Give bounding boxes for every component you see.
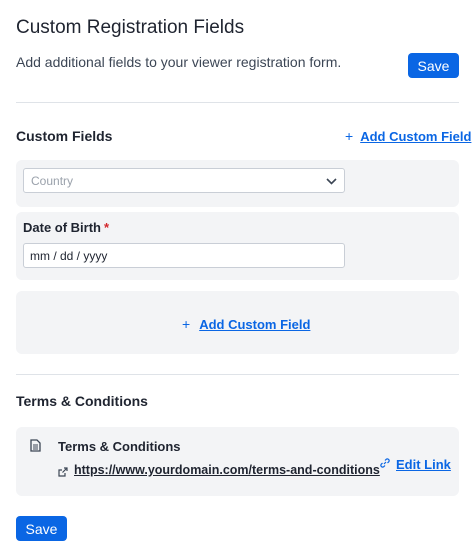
- external-link-icon: [58, 464, 68, 482]
- link-icon: [380, 455, 390, 473]
- dob-label-text: Date of Birth: [23, 220, 101, 235]
- plus-icon: +: [182, 316, 191, 332]
- save-button-top[interactable]: Save: [408, 53, 459, 78]
- add-custom-field-link-card[interactable]: + Add Custom Field: [182, 316, 310, 332]
- divider: [16, 102, 459, 103]
- add-custom-field-link-top[interactable]: + Add Custom Field: [345, 128, 471, 144]
- dob-input[interactable]: mm / dd / yyyy: [23, 243, 345, 268]
- edit-link-button[interactable]: Edit Link: [380, 455, 451, 473]
- page-title: Custom Registration Fields: [16, 17, 245, 38]
- dob-label: Date of Birth *: [23, 220, 109, 235]
- edit-link-label[interactable]: Edit Link: [396, 457, 451, 472]
- custom-fields-title: Custom Fields: [16, 128, 113, 144]
- terms-item-title: Terms & Conditions: [58, 439, 181, 454]
- country-select-placeholder: Country: [31, 173, 74, 188]
- page-description: Add additional fields to your viewer reg…: [16, 54, 342, 70]
- save-button-bottom[interactable]: Save: [16, 516, 67, 541]
- plus-icon: +: [345, 128, 354, 144]
- divider: [16, 374, 459, 375]
- terms-section-title: Terms & Conditions: [16, 393, 148, 409]
- country-select[interactable]: Country: [23, 168, 345, 193]
- document-icon: [30, 439, 41, 457]
- chevron-down-icon: [326, 172, 337, 190]
- required-marker: *: [104, 220, 110, 235]
- add-custom-field-card-label[interactable]: Add Custom Field: [199, 317, 310, 332]
- terms-url-link[interactable]: https://www.yourdomain.com/terms-and-con…: [74, 463, 380, 477]
- add-custom-field-label[interactable]: Add Custom Field: [360, 129, 471, 144]
